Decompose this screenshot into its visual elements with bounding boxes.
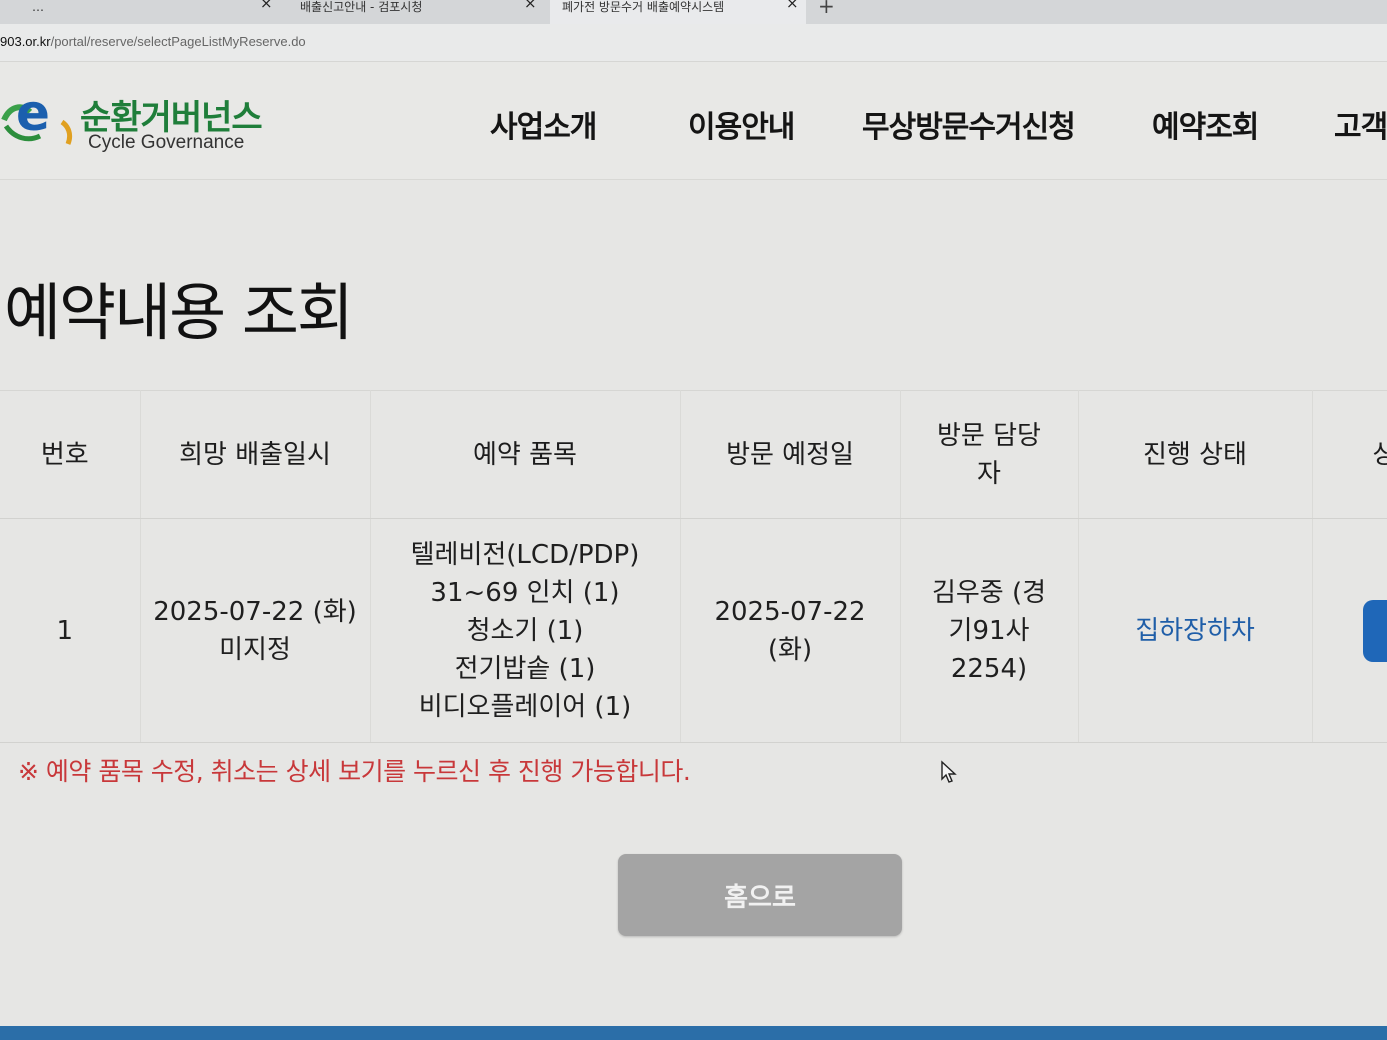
header-staff: 방문 담당자 [900, 390, 1079, 519]
url-text[interactable]: 903.or.kr/portal/reserve/selectPageListM… [0, 34, 306, 49]
item-line: 비디오플레이어 (1) [418, 691, 632, 722]
item-line: 청소기 (1) [466, 615, 584, 646]
item-line: 31~69 인치 (1) [430, 577, 620, 608]
table-row: 1 2025-07-22 (화) 미지정 텔레비전(LCD/PDP) 31~69… [0, 518, 1387, 743]
cell-staff: 김우중 (경 기91사 2254) [900, 518, 1079, 743]
desired-time-text: 미지정 [219, 634, 291, 665]
close-icon[interactable]: × [786, 0, 799, 11]
mouse-cursor-icon [941, 760, 957, 783]
site-header: e 순환거버넌스 Cycle Governance 사업소개 이용안내 무상방문… [0, 62, 1387, 180]
address-bar[interactable]: 903.or.kr/portal/reserve/selectPageListM… [0, 24, 1387, 62]
footer-bar [0, 1026, 1387, 1040]
logo-english-text: Cycle Governance [88, 132, 245, 153]
item-line: 텔레비전(LCD/PDP) [410, 539, 640, 570]
header-number: 번호 [0, 390, 141, 519]
tab-title: 폐가전 방문수거 배출예약시스템 [562, 0, 725, 14]
reservation-table: 번호 희망 배출일시 예약 품목 방문 예정일 방문 담당자 진행 상태 상세 … [0, 390, 1387, 743]
nav-item-business[interactable]: 사업소개 [490, 102, 597, 146]
edit-cancel-notice: ※ 예약 품목 수정, 취소는 상세 보기를 누르신 후 진행 가능합니다. [18, 757, 691, 786]
home-button[interactable]: 홈으로 [618, 854, 902, 936]
desired-date-text: 2025-07-22 (화) [153, 596, 357, 627]
header-visit-date: 방문 예정일 [680, 390, 901, 519]
cell-visit-date: 2025-07-22 (화) [680, 518, 901, 743]
nav-item-guide[interactable]: 이용안내 [688, 102, 795, 146]
visit-day-text: (화) [767, 634, 813, 665]
nav-item-customer[interactable]: 고객 [1334, 102, 1387, 146]
staff-name-text: 김우중 (경 [931, 577, 1047, 608]
item-line: 전기밥솥 (1) [454, 653, 596, 684]
header-detail: 상세 [1312, 390, 1387, 519]
page-title: 예약내용 조회 [4, 276, 354, 349]
tab-title: 배출신고안내 - 검포시청 [300, 0, 423, 14]
browser-tab-3[interactable]: 폐가전 방문수거 배출예약시스템 × [550, 0, 806, 24]
browser-tab-1[interactable]: … × [20, 0, 282, 24]
site-logo[interactable]: e 순환거버넌스 Cycle Governance [0, 86, 290, 156]
close-icon[interactable]: × [524, 0, 537, 11]
header-status: 진행 상태 [1078, 390, 1313, 519]
browser-tab-2[interactable]: 배출신고안내 - 검포시청 × [288, 0, 546, 24]
close-icon[interactable]: × [260, 0, 273, 11]
browser-tab-strip: … × 배출신고안내 - 검포시청 × 폐가전 방문수거 배출예약시스템 × + [0, 0, 1387, 24]
table-header-row: 번호 희망 배출일시 예약 품목 방문 예정일 방문 담당자 진행 상태 상세 [0, 390, 1387, 519]
new-tab-icon[interactable]: + [818, 0, 835, 18]
header-desired-date: 희망 배출일시 [140, 390, 371, 519]
staff-num-text: 2254) [950, 653, 1028, 684]
status-link[interactable]: 집하장하차 [1135, 616, 1255, 646]
nav-item-reservation-lookup[interactable]: 예약조회 [1152, 102, 1259, 146]
cell-number: 1 [0, 518, 141, 743]
staff-car-text: 기91사 [948, 615, 1030, 646]
logo-e-icon: e [1, 86, 73, 145]
nav-item-free-pickup[interactable]: 무상방문수거신청 [862, 102, 1076, 146]
cell-items: 텔레비전(LCD/PDP) 31~69 인치 (1) 청소기 (1) 전기밥솥 … [370, 518, 681, 743]
url-path: /portal/reserve/selectPageListMyReserve.… [50, 34, 306, 49]
cell-detail: 상세 [1312, 518, 1387, 743]
detail-button[interactable]: 상세 [1362, 599, 1387, 662]
reservation-table-container: 번호 희망 배출일시 예약 품목 방문 예정일 방문 담당자 진행 상태 상세 … [0, 390, 1387, 745]
url-host: 903.or.kr [0, 34, 51, 49]
cell-desired-date: 2025-07-22 (화) 미지정 [140, 518, 371, 743]
header-items: 예약 품목 [370, 390, 681, 519]
tab-title: … [32, 0, 44, 14]
visit-date-text: 2025-07-22 [714, 596, 866, 627]
svg-text:e: e [16, 86, 50, 142]
cell-status: 집하장하차 [1078, 518, 1313, 743]
